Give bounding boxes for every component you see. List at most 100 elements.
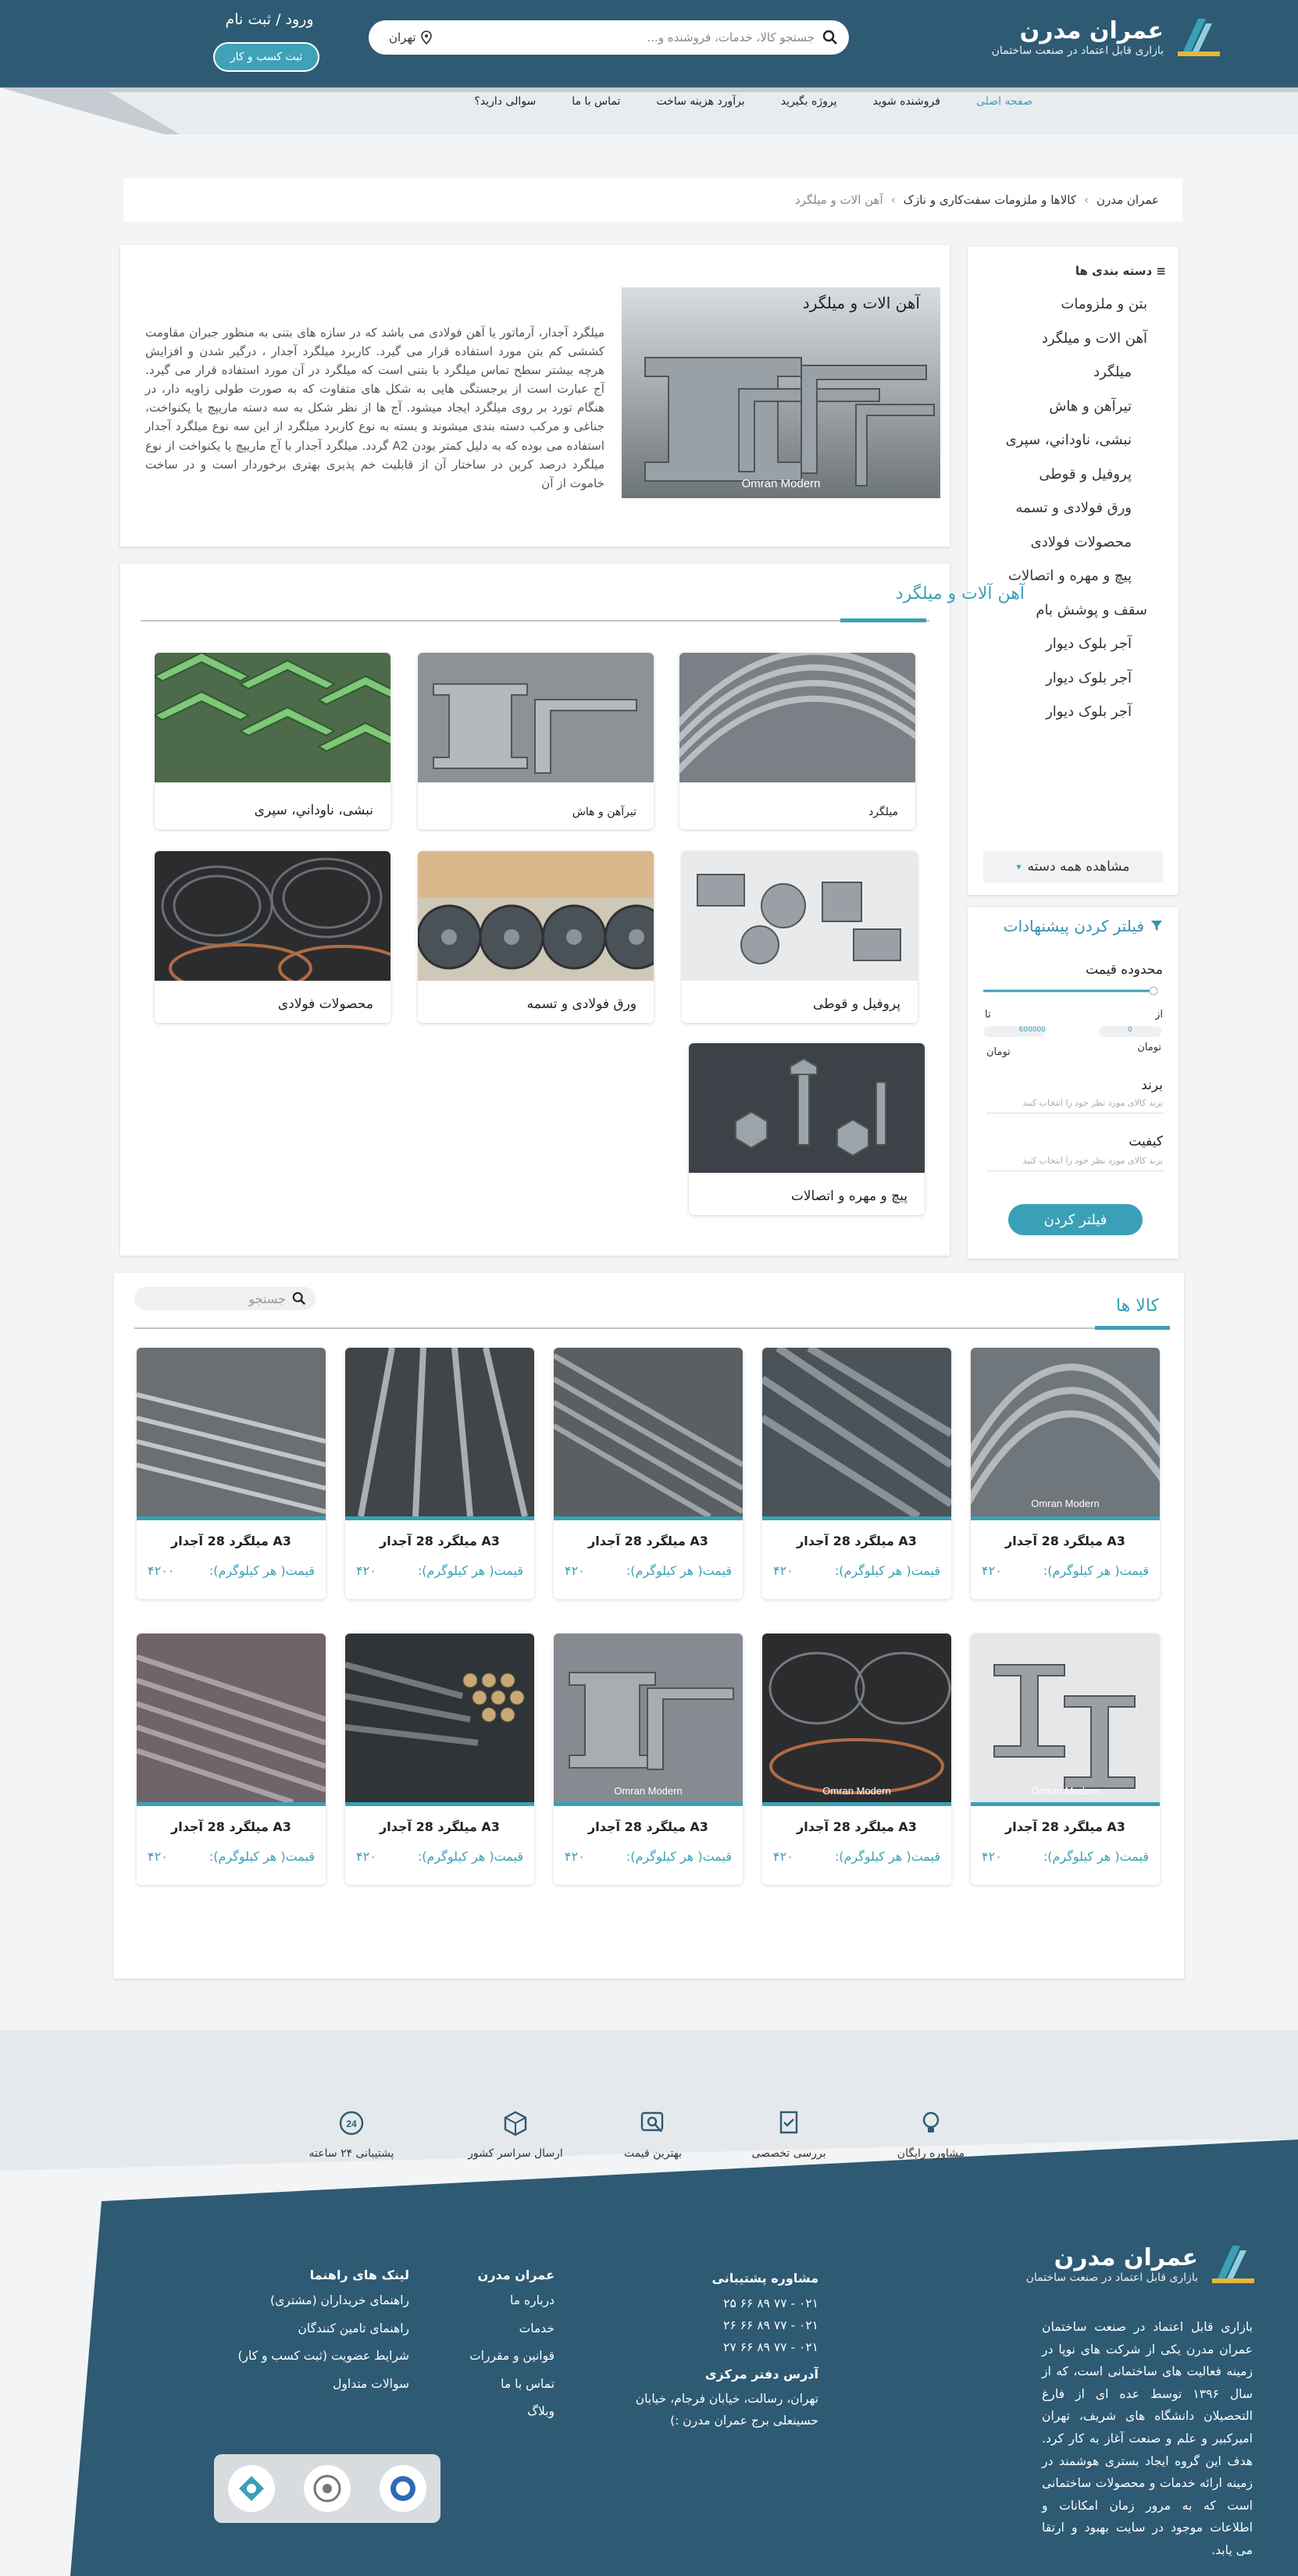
product-image: [762, 1348, 951, 1520]
chevron-down-icon: ▾: [1016, 861, 1022, 872]
footer-logo[interactable]: عمران مدرن بازاری قابل اعتماد در صنعت سا…: [1026, 2239, 1257, 2288]
sidebar-title: ≡ دسته بندی ها: [1075, 264, 1166, 278]
sidebar-item[interactable]: نبشی، ناوداني، سپری: [1006, 423, 1147, 458]
product-card[interactable]: Omran Modern A3 میلگرد 28 آجدار قیمت( هر…: [971, 1634, 1160, 1885]
subcategory-tile-bolts[interactable]: پیچ و مهره و اتصالات: [689, 1043, 925, 1215]
sidebar-item[interactable]: پیچ و مهره و اتصالات: [1006, 559, 1147, 593]
quality-select[interactable]: برند کالای مورد نظر خود را انتخاب کنید: [986, 1156, 1163, 1171]
search-icon[interactable]: [822, 30, 838, 45]
sidebar-item[interactable]: آجر بلوک دیوار: [1006, 695, 1147, 729]
breadcrumb-category[interactable]: کالاها و ملزومات سفت‌کاری و نازک: [904, 193, 1076, 207]
price-label: قیمت( هر کیلوگرم):: [1043, 1849, 1149, 1864]
product-price: قیمت( هر کیلوگرم): ۴۲۰۰: [148, 1563, 315, 1578]
product-search-input[interactable]: جستجو: [248, 1292, 286, 1306]
sidebar-item[interactable]: میلگرد: [1006, 355, 1147, 390]
phone-number[interactable]: ۰۲۱ - ۷۷ ۸۹ ۶۶ ۲۷: [631, 2340, 818, 2367]
search-bar[interactable]: جستجو کالا، خدمات، فروشنده و... تهران: [369, 20, 849, 55]
product-card[interactable]: A3 میلگرد 28 آجدار قیمت( هر کیلوگرم): ۴۲۰: [345, 1634, 534, 1885]
breadcrumb-separator-icon: ›: [890, 193, 896, 207]
product-card[interactable]: Omran Modern A3 میلگرد 28 آجدار قیمت( هر…: [971, 1348, 1160, 1599]
sidebar-item[interactable]: تیرآهن و هاش: [1006, 390, 1147, 424]
subcategory-tile-sheet[interactable]: ورق فولادی و تسمه: [418, 851, 654, 1023]
brand-select[interactable]: برند کالای مورد نظر خود را انتخاب کنید: [986, 1098, 1163, 1113]
product-card[interactable]: A3 میلگرد 28 آجدار قیمت( هر کیلوگرم): ۴۲۰: [137, 1634, 326, 1885]
login-link[interactable]: ورود / ثبت نام: [215, 11, 324, 28]
price-value: ۴۲۰: [565, 1849, 585, 1864]
breadcrumb-home[interactable]: عمران مدرن: [1097, 193, 1159, 207]
title-underline: [840, 618, 926, 622]
phone-number[interactable]: ۰۲۱ - ۷۷ ۸۹ ۶۶ ۲۵: [631, 2296, 818, 2318]
trust-badge-enamad[interactable]: [379, 2465, 426, 2512]
city-label: تهران: [389, 30, 416, 45]
city-selector[interactable]: تهران: [380, 30, 432, 45]
price-value: ۴۲۰: [356, 1563, 376, 1578]
subcategory-tile-angle[interactable]: نبشی، ناوداني، سپری: [155, 653, 390, 829]
feature-label: بهترین قیمت: [623, 2147, 683, 2160]
address-title: آدرس دفتر مرکزی: [704, 2367, 818, 2382]
footer-link[interactable]: شرایط عضویت (ثبت کسب و کار): [237, 2349, 409, 2377]
card-accent: [554, 1516, 743, 1520]
price-slider[interactable]: [983, 985, 1160, 996]
footer-link[interactable]: وبلاگ: [469, 2404, 555, 2432]
logo-name: عمران مدرن: [1019, 16, 1164, 45]
product-image: Omran Modern: [971, 1348, 1160, 1516]
nav-faq[interactable]: سوالی دارید؟: [474, 95, 536, 108]
sidebar-item[interactable]: محصولات فولادی: [1006, 526, 1147, 560]
footer-link[interactable]: تماس با ما: [469, 2377, 555, 2405]
register-business-button[interactable]: ثبت کسب و کار: [213, 42, 319, 72]
tile-label: تیرآهن و هاش: [572, 806, 637, 818]
subcategory-tile-beam[interactable]: تیرآهن و هاش: [418, 653, 654, 829]
product-card[interactable]: A3 میلگرد 28 آجدار قیمت( هر کیلوگرم): ۴۲۰: [554, 1348, 743, 1599]
product-image: [137, 1634, 326, 1805]
product-card[interactable]: A3 میلگرد 28 آجدار قیمت( هر کیلوگرم): ۴۲۰…: [137, 1348, 326, 1599]
feature-24h-support: 24 پشتیبانی ۲۴ ساعته: [289, 2108, 414, 2160]
product-image: Omran Modern: [554, 1634, 743, 1802]
phone-number[interactable]: ۰۲۱ - ۷۷ ۸۹ ۶۶ ۲۶: [631, 2318, 818, 2340]
nav-cost-estimate[interactable]: برآورد هزینه ساخت: [656, 95, 744, 108]
sidebar-item[interactable]: آهن الات و میلگرد: [1006, 322, 1147, 356]
tile-label: میلگرد: [868, 806, 898, 818]
nav-home[interactable]: صفحه اصلی: [976, 95, 1032, 108]
subcategory-tile-rebar[interactable]: میلگرد: [679, 653, 915, 829]
nav-become-seller[interactable]: فروشنده شوید: [872, 95, 940, 108]
footer-link[interactable]: راهنمای خریداران (مشتری): [237, 2293, 409, 2321]
sidebar-item[interactable]: بتن و ملزومات: [1006, 287, 1147, 322]
price-to-input[interactable]: 600000: [983, 1026, 1046, 1037]
view-all-categories-button[interactable]: مشاهده همه دسته ▾: [983, 851, 1163, 882]
logo-tagline: بازاری قابل اعتماد در صنعت ساختمان: [1025, 2271, 1198, 2284]
package-icon: [504, 2111, 527, 2136]
footer-link[interactable]: راهنمای تامین کنندگان: [237, 2321, 409, 2350]
footer-link[interactable]: درباره ما: [469, 2293, 555, 2321]
nav-contact[interactable]: تماس با ما: [572, 95, 620, 108]
trust-badge-samandehi[interactable]: [304, 2465, 351, 2512]
footer-link[interactable]: قوانین و مقررات: [469, 2349, 555, 2377]
nav-get-project[interactable]: پروژه بگیرید: [781, 95, 837, 108]
sidebar-item[interactable]: آجر بلوک دیوار: [1006, 661, 1147, 696]
seal-icon: [313, 2474, 341, 2503]
product-card[interactable]: Omran Modern A3 میلگرد 28 آجدار قیمت( هر…: [762, 1634, 951, 1885]
search-input[interactable]: جستجو کالا، خدمات، فروشنده و...: [432, 30, 822, 45]
sidebar-item[interactable]: سقف و پوشش بام: [1006, 593, 1147, 628]
footer-link[interactable]: خدمات: [469, 2321, 555, 2350]
product-card[interactable]: A3 میلگرد 28 آجدار قیمت( هر کیلوگرم): ۴۲۰: [345, 1348, 534, 1599]
tile-label: نبشی، ناوداني، سپری: [254, 803, 373, 818]
site-logo[interactable]: عمران مدرن بازاری قابل اعتماد در صنعت سا…: [992, 12, 1223, 61]
sidebar-item[interactable]: ورق فولادی و تسمه: [1006, 491, 1147, 526]
product-search[interactable]: جستجو: [134, 1287, 316, 1310]
footer-link[interactable]: سوالات متداول: [237, 2377, 409, 2405]
product-card[interactable]: A3 میلگرد 28 آجدار قیمت( هر کیلوگرم): ۴۲۰: [762, 1348, 951, 1599]
trust-badge-union[interactable]: [228, 2465, 276, 2512]
intro-description: میلگرد آجدار، آرماتور یا آهن فولادی می ب…: [145, 326, 604, 490]
subcategory-tile-steel-products[interactable]: محصولات فولادی: [155, 851, 390, 1023]
price-from-input[interactable]: 0: [1099, 1026, 1161, 1037]
feature-label: ارسال سراسر کشور: [468, 2147, 563, 2160]
product-price: قیمت( هر کیلوگرم): ۴۲۰: [356, 1849, 523, 1864]
sidebar-item[interactable]: آجر بلوک دیوار: [1006, 627, 1147, 661]
subcategory-tile-profile[interactable]: پروفیل و قوطی: [682, 851, 918, 1023]
pipe-profile-image: [682, 851, 918, 981]
sidebar-item[interactable]: پروفیل و قوطی: [1006, 458, 1147, 492]
price-value: ۴۲۰۰: [148, 1563, 175, 1578]
product-price: قیمت( هر کیلوگرم): ۴۲۰: [773, 1563, 940, 1578]
apply-filter-button[interactable]: فیلتر کردن: [1008, 1204, 1143, 1235]
product-card[interactable]: Omran Modern A3 میلگرد 28 آجدار قیمت( هر…: [554, 1634, 743, 1885]
